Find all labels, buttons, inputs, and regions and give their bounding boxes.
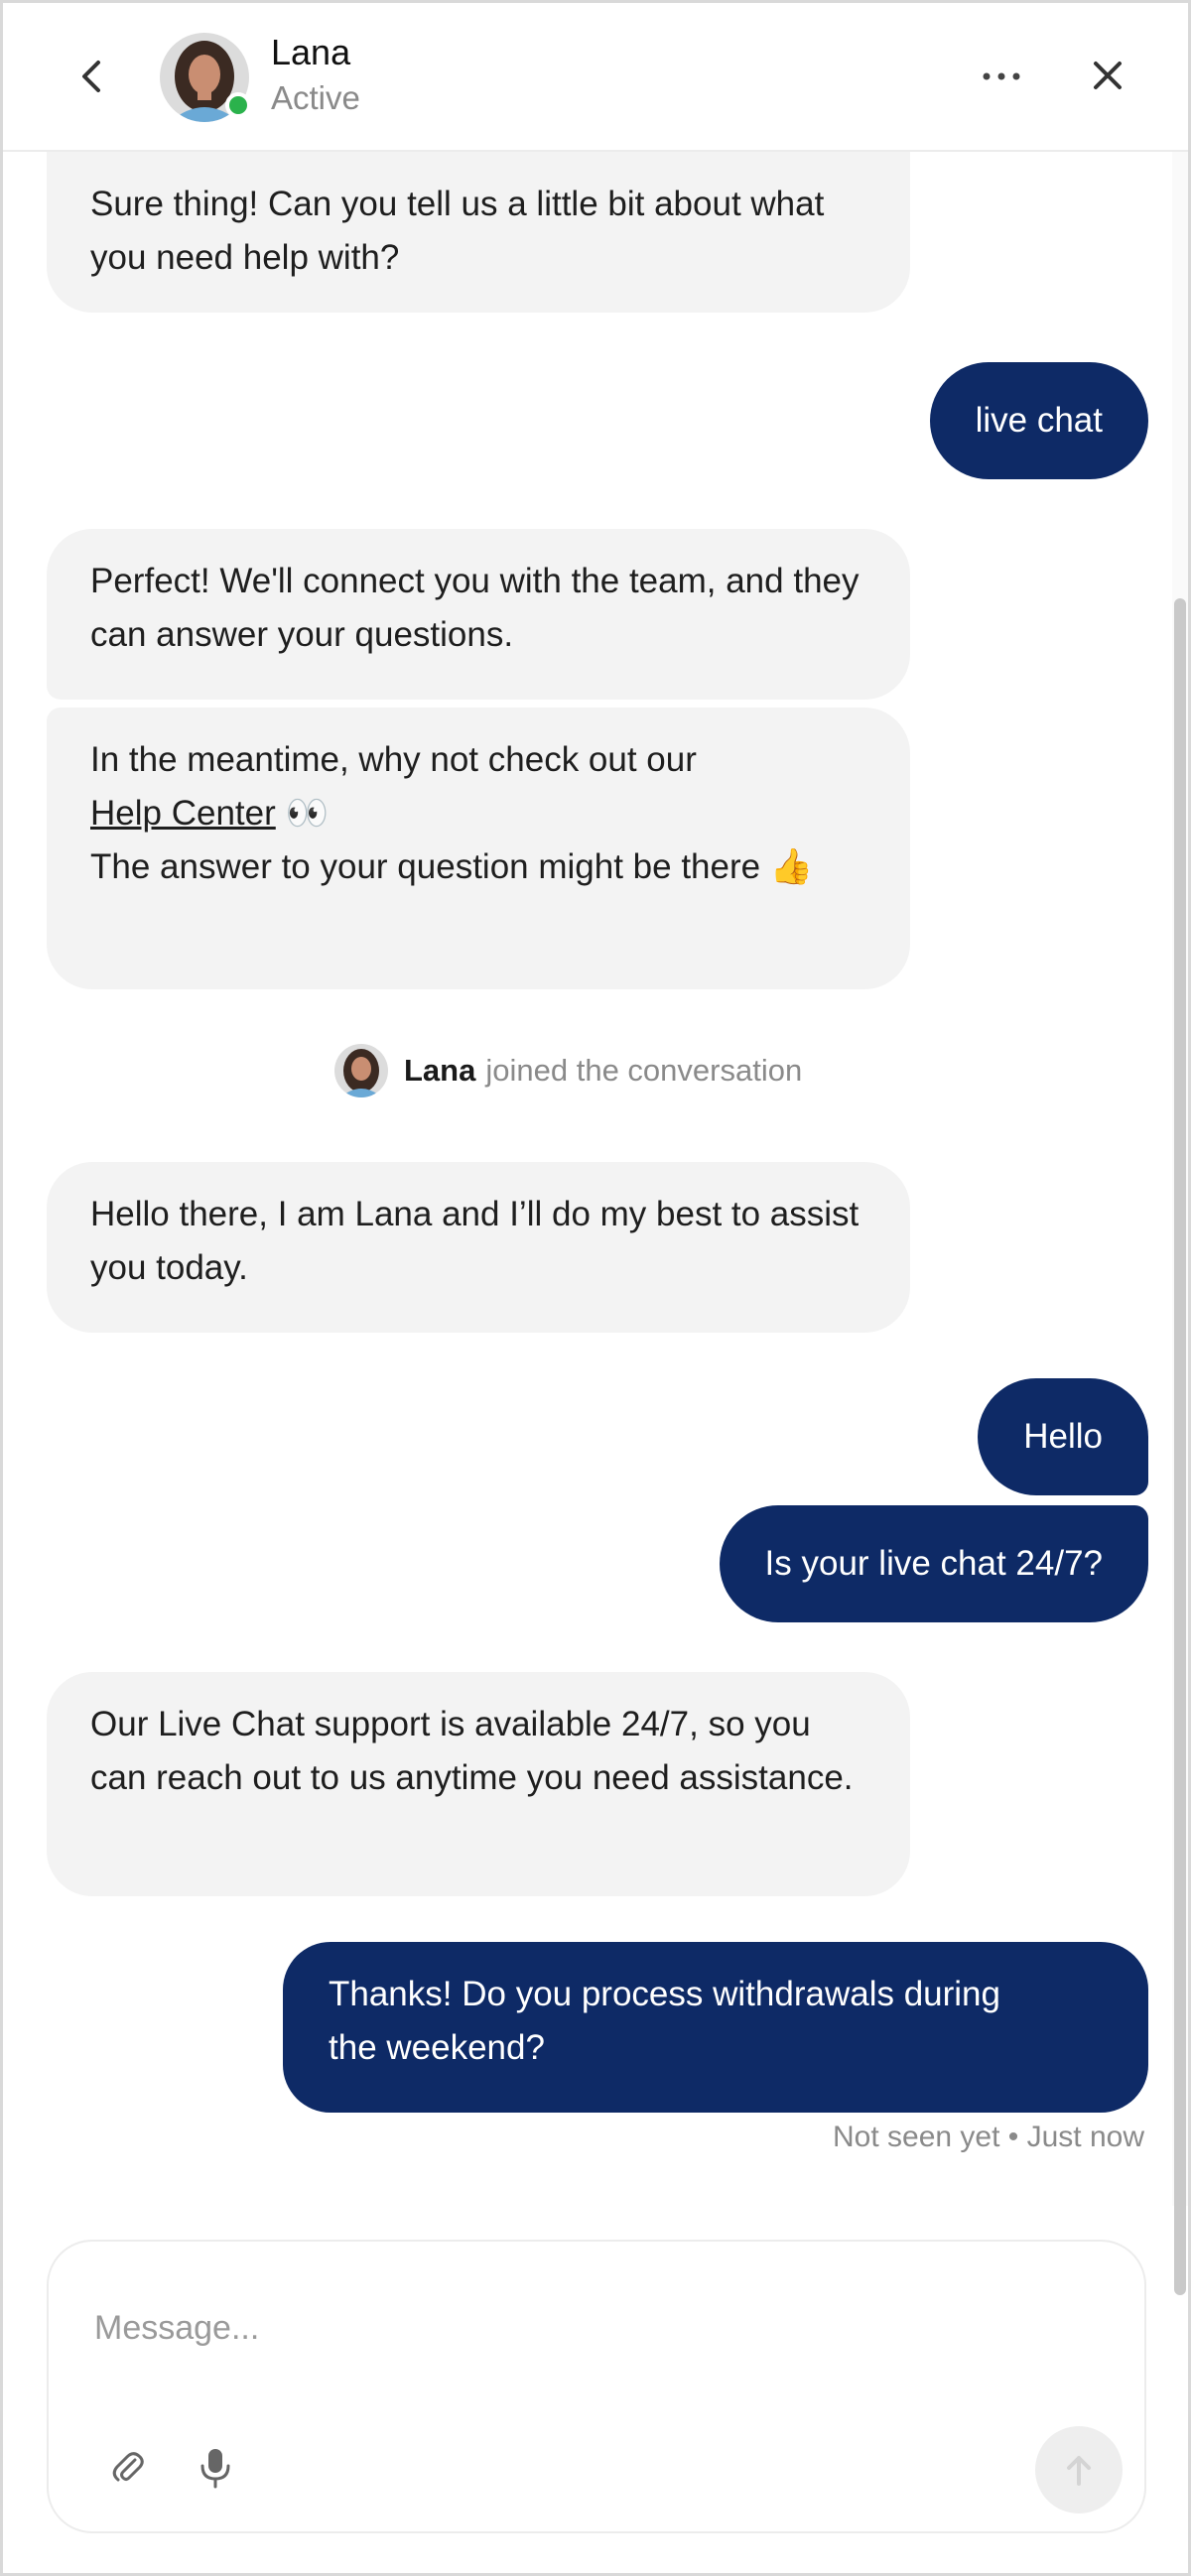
joined-agent-name: Lana (404, 1053, 476, 1088)
user-message: Thanks! Do you process withdrawals durin… (283, 1942, 1148, 2113)
attach-button[interactable] (100, 2440, 156, 2496)
message-text: Hello (1023, 1417, 1103, 1456)
message-text: Is your live chat 24/7? (764, 1544, 1103, 1583)
chat-header: Lana Active (3, 3, 1188, 152)
help-center-link[interactable]: Help Center (90, 794, 276, 833)
arrow-up-icon (1067, 2456, 1091, 2486)
user-message: Is your live chat 24/7? (719, 1505, 1148, 1622)
thumbs-up-emoji: 👍 (769, 847, 814, 886)
message-text: Hello there, I am Lana and I’ll do my be… (90, 1195, 860, 1287)
send-button[interactable] (1035, 2426, 1123, 2513)
agent-message: Hello there, I am Lana and I’ll do my be… (47, 1162, 910, 1333)
message-input[interactable] (92, 2297, 1069, 2359)
scrollbar-thumb[interactable] (1174, 598, 1186, 2295)
back-button[interactable] (63, 47, 122, 106)
paperclip-icon (112, 2452, 144, 2482)
agent-status: Active (271, 79, 360, 116)
chat-widget: Lana Active Sure thing! Can you tell us … (0, 0, 1191, 2576)
microphone-button[interactable] (188, 2440, 243, 2496)
message-list[interactable]: Sure thing! Can you tell us a little bit… (3, 152, 1188, 2206)
close-button[interactable] (1077, 45, 1138, 106)
more-options-button[interactable] (972, 47, 1031, 106)
microphone-icon (200, 2449, 230, 2489)
agent-joined-event: Lana joined the conversation (334, 1041, 802, 1100)
user-message: live chat (929, 362, 1148, 479)
chevron-left-icon (82, 61, 100, 92)
agent-message: In the meantime, why not check out our H… (47, 708, 910, 989)
close-icon (1094, 62, 1122, 89)
eyes-emoji: 👀 (285, 794, 330, 833)
agent-message: Our Live Chat support is available 24/7,… (47, 1672, 910, 1896)
message-composer (47, 2240, 1146, 2533)
message-text: The answer to your question might be the… (90, 847, 761, 886)
message-text: Sure thing! Can you tell us a little bit… (90, 185, 825, 277)
agent-message: Perfect! We'll connect you with the team… (47, 529, 910, 700)
agent-avatar (160, 33, 251, 122)
message-text: In the meantime, why not check out our (90, 740, 697, 779)
read-receipt: Not seen yet • Just now (833, 2121, 1144, 2153)
agent-mini-avatar (334, 1044, 388, 1097)
more-horizontal-icon (983, 72, 1020, 80)
message-text: Perfect! We'll connect you with the team… (90, 562, 860, 654)
agent-name: Lana (271, 32, 351, 72)
joined-text: joined the conversation (485, 1053, 803, 1088)
online-status-dot (225, 92, 251, 118)
user-message: Hello (978, 1378, 1148, 1495)
agent-message: Sure thing! Can you tell us a little bit… (47, 152, 910, 313)
message-text: Our Live Chat support is available 24/7,… (90, 1705, 854, 1797)
message-text: live chat (975, 401, 1103, 440)
message-text: Thanks! Do you process withdrawals durin… (329, 1975, 1000, 2067)
